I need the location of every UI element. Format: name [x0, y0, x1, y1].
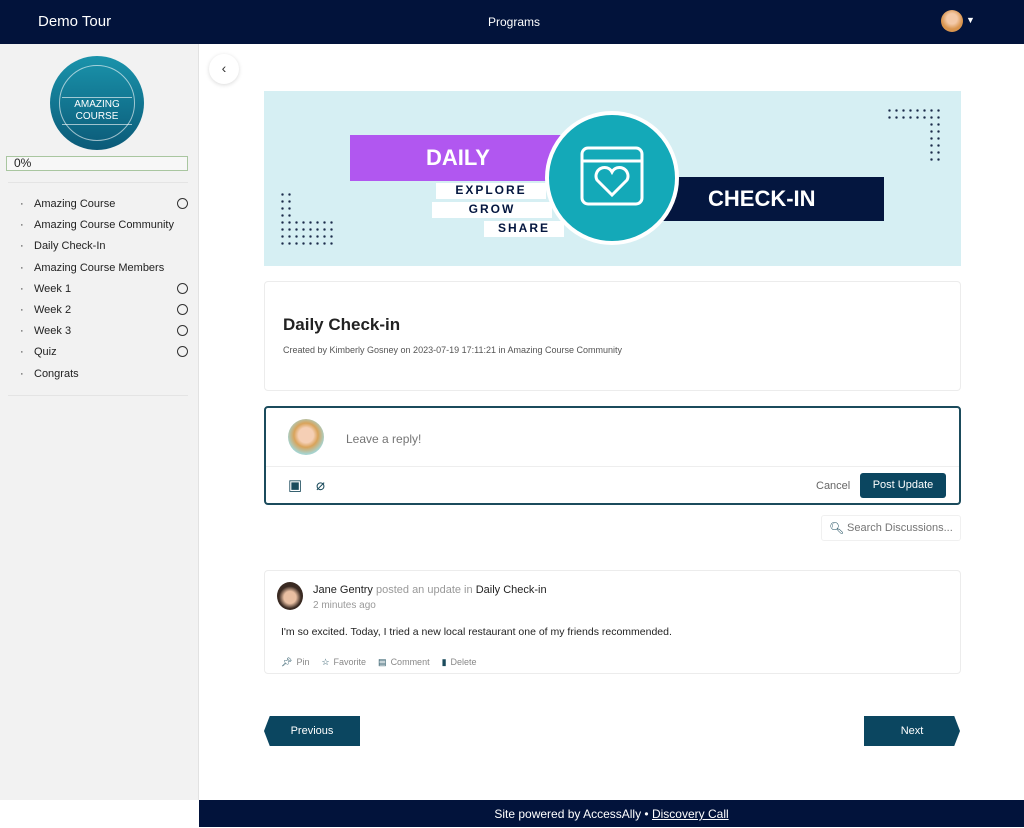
search-icon: 🔍︎: [829, 521, 845, 535]
completion-circle-icon[interactable]: [177, 303, 188, 315]
next-button[interactable]: Next: [864, 716, 960, 746]
completion-circle-icon[interactable]: [177, 346, 188, 358]
top-header: Demo Tour Programs ▼: [0, 0, 1024, 44]
search-input[interactable]: [847, 522, 957, 534]
target-link[interactable]: Daily Check-in: [476, 584, 547, 596]
sidebar: AMAZING COURSE 0% Amazing CourseAmazing …: [0, 44, 199, 800]
site-title[interactable]: Demo Tour: [38, 13, 111, 30]
progress-bar: 0%: [6, 156, 188, 171]
author-link[interactable]: Jane Gentry: [313, 584, 373, 596]
sidebar-item[interactable]: Week 2: [20, 303, 190, 324]
delete-button[interactable]: ▮ Delete: [442, 657, 477, 668]
comment-icon: ▤: [378, 657, 387, 667]
post-meta: Created by Kimberly Gosney on 2023-07-19…: [283, 345, 623, 355]
pin-button[interactable]: 📌︎ Pin: [281, 657, 309, 668]
sidebar-item[interactable]: Amazing Course: [20, 197, 190, 218]
user-avatar[interactable]: [941, 10, 963, 32]
caret-down-icon[interactable]: ▼: [966, 15, 975, 25]
trash-icon: ▮: [441, 657, 447, 667]
divider: [8, 395, 188, 396]
comment-button[interactable]: ▤ Comment: [378, 657, 430, 668]
footer: Site powered by AccessAlly • Discovery C…: [199, 800, 1024, 827]
activity-item: Jane Gentry posted an update in Daily Ch…: [264, 570, 961, 674]
previous-button[interactable]: Previous: [264, 716, 360, 746]
discovery-call-link[interactable]: Discovery Call: [652, 807, 729, 821]
sidebar-item-label: Congrats: [34, 367, 79, 380]
sidebar-item[interactable]: Quiz: [20, 345, 190, 366]
sidebar-item[interactable]: Daily Check-In: [20, 239, 190, 260]
post-update-button[interactable]: Post Update: [860, 473, 946, 498]
sidebar-item[interactable]: Week 1: [20, 282, 190, 303]
cancel-button[interactable]: Cancel: [816, 480, 850, 492]
course-menu: Amazing Course Amazing Course Community Da…: [20, 197, 190, 388]
nav-programs[interactable]: Programs: [488, 15, 540, 29]
sidebar-item-label: Quiz: [34, 346, 57, 359]
sidebar-item-label: Week 2: [34, 303, 72, 316]
reply-box: ▣ ⌀ Cancel Post Update: [264, 406, 961, 505]
sidebar-item-label: Week 3: [34, 325, 72, 338]
page-title: Daily Check-in: [283, 315, 401, 334]
sidebar-item[interactable]: Week 3: [20, 324, 190, 345]
reply-input[interactable]: [346, 432, 846, 446]
completion-circle-icon[interactable]: [177, 198, 188, 209]
image-icon[interactable]: ▣: [288, 476, 302, 494]
sidebar-item-label: Amazing Course Members: [34, 261, 165, 274]
completion-circle-icon[interactable]: [177, 325, 188, 337]
sidebar-item-label: Week 1: [34, 282, 72, 295]
paperclip-icon[interactable]: ⌀: [316, 476, 325, 494]
divider: [8, 182, 188, 183]
sidebar-item-label: Amazing Course: [34, 198, 116, 210]
calendar-heart-icon: [545, 111, 679, 245]
star-icon: ☆: [321, 657, 330, 667]
search-discussions[interactable]: 🔍︎: [821, 515, 961, 541]
update-body: I'm so excited. Today, I tried a new loc…: [281, 626, 672, 638]
sidebar-item[interactable]: Amazing Course Community: [20, 218, 190, 239]
course-badge: AMAZING COURSE: [50, 56, 144, 150]
sidebar-item-label: Amazing Course Community: [34, 219, 174, 232]
banner-image: DAILY CHECK-IN EXPLORE GROW SHARE: [264, 91, 961, 266]
sidebar-item[interactable]: Amazing Course Members: [20, 261, 190, 282]
avatar: [288, 419, 324, 455]
sidebar-item[interactable]: Congrats: [20, 367, 190, 388]
favorite-button[interactable]: ☆ Favorite: [321, 657, 366, 668]
avatar: [277, 582, 303, 610]
sidebar-item-label: Daily Check-In: [34, 240, 106, 253]
pin-icon: 📌︎: [281, 657, 293, 667]
back-button[interactable]: ‹: [209, 54, 239, 84]
post-header-card: Daily Check-in Created by Kimberly Gosne…: [264, 281, 961, 391]
timestamp: 2 minutes ago: [313, 600, 376, 611]
completion-circle-icon[interactable]: [177, 282, 188, 294]
